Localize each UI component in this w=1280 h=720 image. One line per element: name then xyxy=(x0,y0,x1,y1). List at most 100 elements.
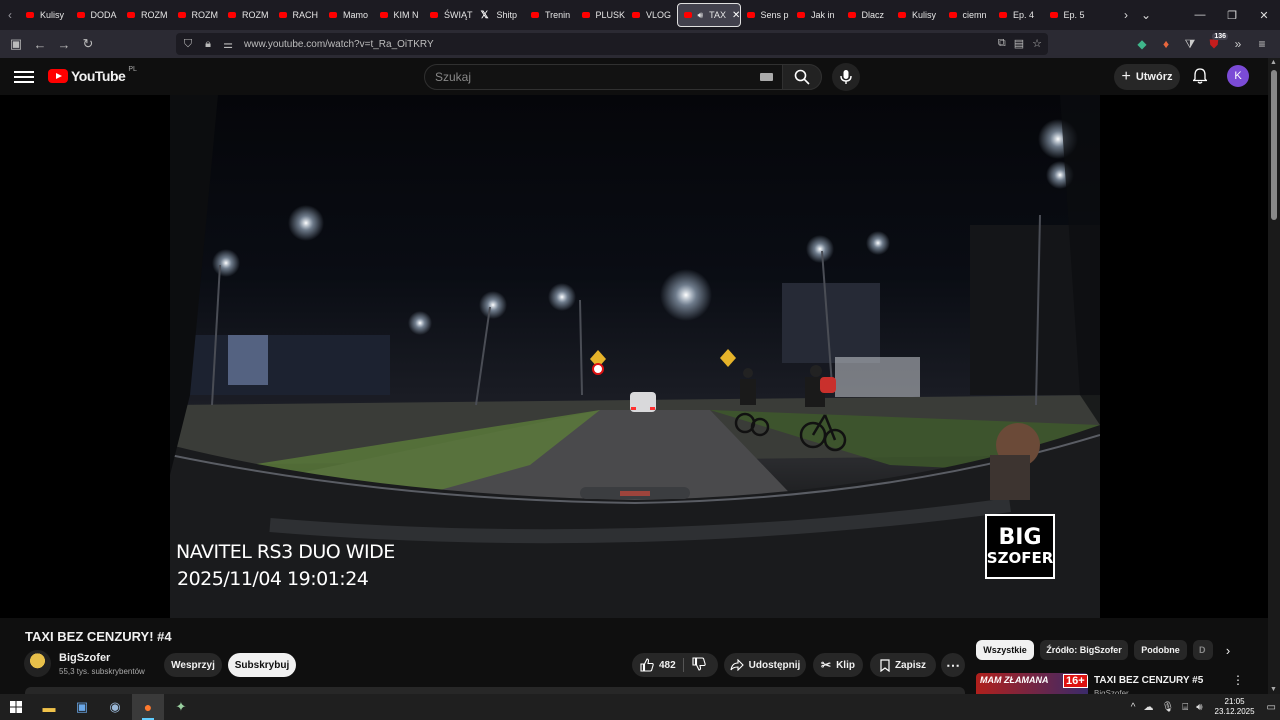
browser-tab[interactable]: Dlacz xyxy=(842,3,893,27)
browser-tab[interactable]: Sens p xyxy=(741,3,792,27)
permissions-icon[interactable]: ⚌ xyxy=(222,38,234,51)
browser-tab[interactable]: ŚWIĄT xyxy=(424,3,475,27)
browser-tab[interactable]: Ep. 4 xyxy=(993,3,1044,27)
browser-tab[interactable]: Jak in xyxy=(791,3,842,27)
url-text[interactable]: www.youtube.com/watch?v=t_Ra_OiTKRY xyxy=(244,39,434,50)
channel-name[interactable]: BigSzofer xyxy=(59,652,110,664)
search-icon xyxy=(794,69,810,85)
browser-tab[interactable]: Ep. 5 xyxy=(1044,3,1095,27)
tab-scroll-left-icon[interactable]: ‹ xyxy=(0,0,20,30)
keyboard-icon[interactable] xyxy=(760,73,773,81)
browser-tab[interactable]: DODA xyxy=(71,3,122,27)
guide-menu-icon[interactable] xyxy=(14,68,34,84)
vpn-extension-icon[interactable]: ◆ xyxy=(1132,37,1152,51)
browser-tab[interactable]: ROZM xyxy=(222,3,273,27)
browser-tab[interactable]: ROZM xyxy=(172,3,223,27)
tab-label: Sens p xyxy=(760,10,789,20)
search-input[interactable]: Szukaj xyxy=(424,64,784,90)
restore-icon[interactable]: ❐ xyxy=(1216,0,1248,30)
fox-extension-icon[interactable]: ♦ xyxy=(1156,37,1176,51)
tray-overflow-icon[interactable]: ^ xyxy=(1131,702,1136,713)
video-player[interactable]: NAVITEL RS3 DUO WIDE 2025/11/04 19:01:24… xyxy=(0,95,1268,618)
chip-source[interactable]: Źródło: BigSzofer xyxy=(1040,640,1128,660)
start-button[interactable] xyxy=(0,694,32,720)
forward-icon[interactable]: → xyxy=(52,30,76,58)
channel-avatar[interactable] xyxy=(24,650,51,677)
close-tab-icon[interactable]: ✕ xyxy=(732,10,739,21)
scrollbar-thumb[interactable] xyxy=(1271,70,1277,220)
dislike-button[interactable] xyxy=(692,657,706,674)
voice-search-button[interactable] xyxy=(832,63,860,91)
cloud-icon[interactable]: ☁ xyxy=(1143,702,1153,713)
video-frame[interactable]: NAVITEL RS3 DUO WIDE 2025/11/04 19:01:24… xyxy=(170,95,1100,618)
extensions-icon[interactable]: ⧩ xyxy=(1180,37,1200,52)
recommended-title[interactable]: TAXI BEZ CENZURY #5 xyxy=(1094,675,1203,686)
like-button[interactable]: 482 xyxy=(640,658,676,672)
clip-button[interactable]: ✂ Klip xyxy=(813,653,863,677)
browser-tab[interactable]: PLUSK xyxy=(576,3,627,27)
picture-in-picture-icon[interactable]: ⧉ xyxy=(998,37,1006,50)
monitor-app-icon[interactable]: ▣ xyxy=(66,694,98,720)
steam-icon[interactable]: ◉ xyxy=(99,694,131,720)
browser-tab[interactable]: Trenin xyxy=(525,3,576,27)
minimize-icon[interactable]: — xyxy=(1184,0,1216,30)
menu-icon[interactable]: ≡ xyxy=(1252,37,1272,51)
lock-icon[interactable]: 🔒︎ xyxy=(202,38,214,51)
file-explorer-icon[interactable]: ▬ xyxy=(33,694,65,720)
share-button[interactable]: Udostępnij xyxy=(724,653,806,677)
firefox-icon[interactable]: ● xyxy=(132,694,164,720)
plus-icon: + xyxy=(1121,68,1131,85)
recommended-thumbnail[interactable]: MAM ZŁAMANA 16+ xyxy=(976,673,1088,694)
chip-more[interactable]: D xyxy=(1193,640,1213,660)
clock[interactable]: 21:05 23.12.2025 xyxy=(1215,697,1255,717)
audio-playing-icon[interactable]: 🔊︎ xyxy=(698,10,704,21)
chips-next-icon[interactable]: › xyxy=(1218,640,1238,660)
mic-tray-icon[interactable]: 🎙︎ xyxy=(1161,702,1174,713)
recommended-menu-icon[interactable]: ⋮ xyxy=(1232,673,1244,687)
address-bar[interactable]: ⛉ 🔒︎ ⚌ www.youtube.com/watch?v=t_Ra_OiTK… xyxy=(176,33,1048,55)
save-button[interactable]: Zapisz xyxy=(870,653,936,677)
chip-related[interactable]: Podobne xyxy=(1134,640,1187,660)
list-all-tabs-icon[interactable]: ⌄ xyxy=(1136,8,1156,22)
subscribe-button[interactable]: Subskrybuj xyxy=(228,653,296,677)
scroll-down-icon[interactable]: ▼ xyxy=(1270,686,1277,693)
browser-tab[interactable]: VLOG xyxy=(626,3,677,27)
bookmark-star-icon[interactable]: ☆ xyxy=(1032,37,1042,50)
notifications-button[interactable] xyxy=(1190,66,1210,86)
chip-all[interactable]: Wszystkie xyxy=(976,640,1034,660)
network-icon[interactable]: ⌸ xyxy=(1182,702,1188,713)
description-box[interactable] xyxy=(25,687,965,694)
windows-taskbar: ▬ ▣ ◉ ● ✦ ^ ☁ 🎙︎ ⌸ 🔊︎ 21:05 23.12.2025 ▭ xyxy=(0,694,1280,720)
clip-label: Klip xyxy=(836,659,855,671)
sidebar-toggle-icon[interactable]: ▣ xyxy=(4,30,28,58)
browser-tab[interactable]: Kulisy xyxy=(20,3,71,27)
overflow-chevrons-icon[interactable]: » xyxy=(1228,37,1248,51)
reload-icon[interactable]: ↻ xyxy=(76,30,100,58)
youtube-logo[interactable]: YouTube PL xyxy=(48,66,137,84)
tool-app-icon[interactable]: ✦ xyxy=(165,694,197,720)
browser-tab[interactable]: ROZM xyxy=(121,3,172,27)
notification-center-icon[interactable]: ▭ xyxy=(1267,702,1276,713)
tab-scroll-right-icon[interactable]: › xyxy=(1116,8,1136,22)
account-avatar[interactable]: K xyxy=(1227,65,1249,87)
ublock-icon[interactable]: ⛊ 136 xyxy=(1204,32,1228,52)
browser-tab[interactable]: KIM N xyxy=(374,3,425,27)
search-button[interactable] xyxy=(782,64,822,90)
more-actions-button[interactable]: ⋯ xyxy=(941,653,965,677)
create-button[interactable]: + Utwórz xyxy=(1114,64,1180,90)
browser-tab[interactable]: ciemn xyxy=(943,3,994,27)
support-button[interactable]: Wesprzyj xyxy=(164,653,222,677)
back-icon[interactable]: ← xyxy=(28,30,52,58)
browser-tab[interactable]: Kulisy xyxy=(892,3,943,27)
browser-tab[interactable]: 𝕏 Shitp xyxy=(475,3,526,27)
page-scrollbar[interactable]: ▲ ▼ xyxy=(1268,58,1280,694)
close-window-icon[interactable]: ✕ xyxy=(1248,0,1280,30)
age-rating-badge: 16+ xyxy=(1063,674,1088,688)
browser-tab-active[interactable]: 🔊︎ TAX ✕ xyxy=(676,3,741,27)
volume-icon[interactable]: 🔊︎ xyxy=(1196,702,1202,713)
shield-icon[interactable]: ⛉ xyxy=(182,38,194,51)
reader-view-icon[interactable]: ▤ xyxy=(1014,37,1024,50)
browser-tab[interactable]: Mamo xyxy=(323,3,374,27)
browser-tab[interactable]: RACH xyxy=(273,3,324,27)
scroll-up-icon[interactable]: ▲ xyxy=(1270,59,1277,66)
